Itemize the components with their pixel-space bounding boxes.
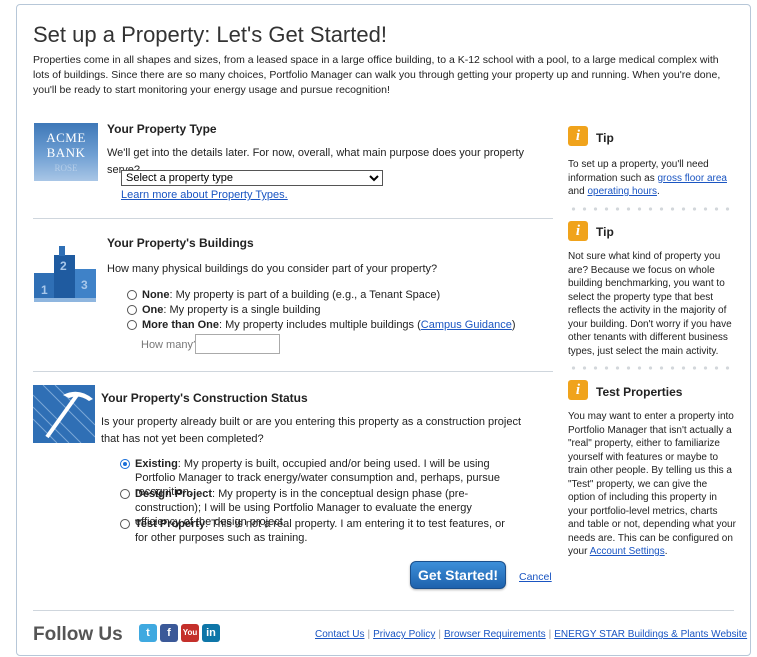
bank-sign-line2: BANK: [46, 145, 86, 160]
option-bold: One: [142, 304, 164, 316]
tip-icon: i: [568, 380, 588, 400]
radio-none[interactable]: [127, 290, 137, 300]
privacy-policy-link[interactable]: Privacy Policy: [373, 629, 435, 640]
tip1-text: To set up a property, you'll need inform…: [568, 158, 736, 199]
learn-more-property-types-link[interactable]: Learn more about Property Types.: [121, 189, 288, 201]
building-option-one[interactable]: One: My property is a single building: [127, 303, 321, 317]
operating-hours-link[interactable]: operating hours: [587, 186, 657, 197]
dotted-divider: [568, 366, 734, 370]
tip2-text: Not sure what kind of property you are? …: [568, 251, 732, 357]
construction-image: [33, 385, 95, 443]
section-divider: [33, 371, 553, 372]
how-many-label: How many?: [141, 339, 200, 351]
tip3-text-after: .: [664, 546, 668, 557]
bank-sign-line1: ACME: [46, 130, 86, 145]
building-option-label: More than One: My property includes mult…: [142, 318, 516, 332]
tip-icon: i: [568, 126, 588, 146]
gross-floor-area-link[interactable]: gross floor area: [658, 173, 727, 184]
option-text: : My property includes multiple building…: [219, 319, 421, 331]
radio-more-than-one[interactable]: [127, 320, 137, 330]
tip1-text-mid: and: [568, 186, 588, 197]
radio-existing[interactable]: [120, 459, 130, 469]
option-bold: Design Project: [135, 488, 213, 500]
cancel-link[interactable]: Cancel: [519, 571, 552, 583]
buildings-image: 1 2 3: [33, 243, 97, 303]
browser-requirements-link[interactable]: Browser Requirements: [444, 629, 546, 640]
section-divider: [33, 218, 553, 219]
building-option-more[interactable]: More than One: My property includes mult…: [127, 318, 516, 332]
tip3-text: You may want to enter a property into Po…: [568, 410, 736, 559]
building-option-label: None: My property is part of a building …: [142, 288, 440, 302]
construction-option-label: Test Property: This is not a real proper…: [135, 517, 520, 545]
option-bold: Test Property: [135, 518, 206, 530]
building-option-none[interactable]: None: My property is part of a building …: [127, 288, 440, 302]
intro-text: Properties come in all shapes and sizes,…: [33, 54, 721, 96]
radio-test-property[interactable]: [120, 519, 130, 529]
account-settings-link[interactable]: Account Settings: [590, 546, 665, 557]
tip3-heading: Test Properties: [596, 385, 683, 399]
buildings-heading: Your Property's Buildings: [107, 236, 254, 250]
footer-divider: [33, 610, 734, 611]
acme-bank-image: ACME BANK ROSE: [34, 123, 98, 181]
bank-sign-line3: ROSE: [54, 163, 78, 173]
page-title: Set up a Property: Let's Get Started!: [33, 22, 387, 47]
energy-star-website-link[interactable]: ENERGY STAR Buildings & Plants Website: [554, 629, 747, 640]
follow-us-label: Follow Us: [33, 624, 123, 645]
option-bold: Existing: [135, 458, 178, 470]
construction-option-test[interactable]: Test Property: This is not a real proper…: [120, 517, 520, 545]
tip-icon: i: [568, 221, 588, 241]
construction-heading: Your Property's Construction Status: [101, 391, 308, 405]
property-type-heading: Your Property Type: [107, 122, 217, 136]
footer-separator: |: [367, 629, 371, 640]
construction-question: Is your property already built or are yo…: [101, 416, 522, 445]
campus-guidance-link[interactable]: Campus Guidance: [421, 319, 512, 331]
footer-separator: |: [548, 629, 552, 640]
footer-separator: |: [438, 629, 441, 640]
twitter-icon[interactable]: t: [139, 624, 157, 642]
footer-links: Contact Us | Privacy Policy | Browser Requir…: [315, 629, 747, 640]
option-bold: None: [142, 289, 170, 301]
svg-text:2: 2: [60, 259, 67, 273]
option-tail: ): [511, 319, 516, 331]
svg-text:3: 3: [81, 278, 88, 292]
radio-one[interactable]: [127, 305, 137, 315]
tip1-heading: Tip: [596, 131, 614, 145]
svg-text:1: 1: [41, 283, 48, 297]
youtube-icon[interactable]: You: [181, 624, 199, 642]
dotted-divider: [568, 207, 734, 211]
tip2-heading: Tip: [596, 225, 614, 239]
contact-us-link[interactable]: Contact Us: [315, 629, 364, 640]
option-bold: More than One: [142, 319, 220, 331]
tip1-text-after: .: [656, 186, 660, 197]
option-text: : My property is part of a building (e.g…: [169, 289, 441, 301]
building-option-label: One: My property is a single building: [142, 303, 321, 317]
how-many-input[interactable]: [195, 334, 280, 354]
tip3-text-before: You may want to enter a property into Po…: [568, 411, 736, 557]
get-started-button[interactable]: Get Started!: [410, 561, 506, 589]
linkedin-icon[interactable]: in: [202, 624, 220, 642]
radio-design-project[interactable]: [120, 489, 130, 499]
facebook-icon[interactable]: f: [160, 624, 178, 642]
property-type-select[interactable]: Select a property type: [121, 170, 383, 186]
buildings-question: How many physical buildings do you consi…: [107, 263, 438, 275]
option-text: : My property is a single building: [163, 304, 321, 316]
